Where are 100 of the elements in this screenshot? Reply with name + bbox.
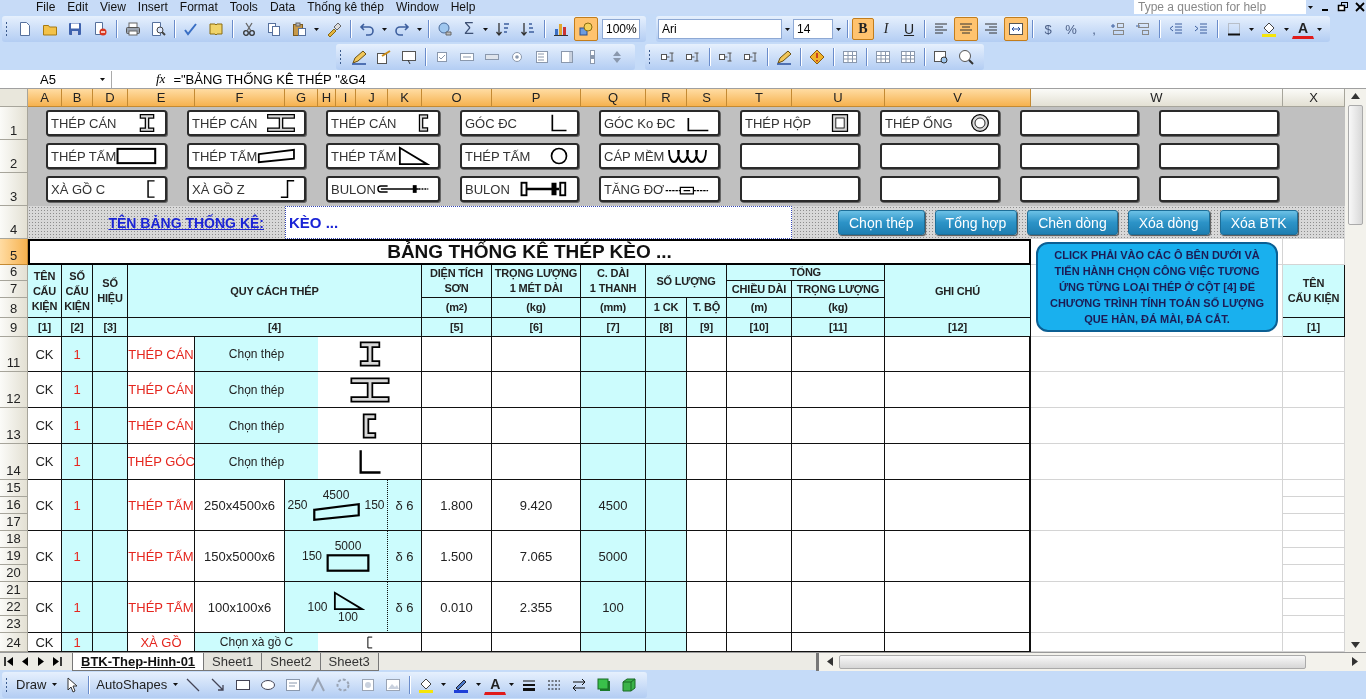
column-header[interactable]: W — [1031, 89, 1283, 107]
currency-button[interactable]: $ — [1037, 18, 1059, 40]
scrollbar-thumb[interactable] — [839, 654, 1306, 669]
palette-button[interactable] — [1159, 176, 1279, 202]
last-sheet-icon[interactable] — [52, 657, 62, 666]
caret-icon[interactable] — [100, 77, 105, 81]
menu-item[interactable]: Format — [179, 0, 218, 14]
palette-button[interactable]: GÓC ĐC — [460, 110, 579, 136]
palette-button[interactable]: THÉP ỐNG — [880, 110, 1000, 136]
font-color-button[interactable]: A — [1292, 19, 1314, 39]
action-button[interactable]: Chèn dòng — [1027, 210, 1118, 235]
palette-button[interactable]: XÀ GỒ Z — [187, 176, 306, 202]
palette-button[interactable] — [740, 143, 860, 169]
palette-button[interactable] — [880, 143, 1000, 169]
sheet-tab[interactable]: Sheet3 — [319, 652, 379, 671]
comma-button[interactable]: , — [1083, 18, 1105, 40]
column-header[interactable]: T — [727, 89, 792, 107]
column-header[interactable]: S — [687, 89, 727, 107]
scroll-left-icon[interactable] — [827, 657, 833, 666]
palette-button[interactable] — [740, 176, 860, 202]
column-header[interactable]: F — [195, 89, 285, 107]
caret-icon[interactable] — [1308, 5, 1313, 9]
row-header[interactable]: 23 — [0, 616, 28, 633]
row-header[interactable]: 11 — [0, 337, 28, 372]
row-header[interactable]: 18 — [0, 531, 28, 548]
restore-icon[interactable] — [1337, 2, 1349, 12]
column-header[interactable]: X — [1283, 89, 1345, 107]
menu-item[interactable]: Edit — [67, 0, 89, 14]
zoom-field[interactable]: 100% — [602, 19, 640, 39]
caret-icon[interactable] — [476, 683, 482, 686]
next-sheet-icon[interactable] — [36, 657, 46, 666]
insert-function-button[interactable]: fx — [156, 71, 166, 87]
action-button[interactable]: Tổng hợp — [934, 210, 1018, 235]
palette-button[interactable]: THÉP TẤM — [187, 143, 306, 169]
grip-handle[interactable] — [5, 676, 8, 693]
palette-button[interactable]: THÉP TẤM — [460, 143, 579, 169]
grip-handle[interactable] — [339, 49, 342, 65]
table-cell[interactable]: Chọn thép — [195, 337, 318, 372]
palette-button[interactable] — [1159, 143, 1279, 169]
grip-handle[interactable] — [5, 21, 8, 37]
palette-button[interactable]: BULON — [326, 176, 440, 202]
palette-button[interactable]: THÉP CÁN — [187, 110, 306, 136]
row-header[interactable]: 16 — [0, 497, 28, 514]
table-name-field[interactable]: KÈO ... — [285, 206, 792, 239]
table-cell[interactable]: Chọn thép — [195, 408, 318, 444]
help-search-field[interactable]: Type a question for help — [1134, 0, 1306, 14]
grip-handle[interactable] — [648, 49, 651, 65]
menu-item[interactable]: View — [100, 0, 126, 14]
italic-button[interactable]: I — [875, 18, 897, 40]
palette-button[interactable]: TĂNG ĐƠ — [599, 176, 720, 202]
vertical-scrollbar[interactable] — [1345, 89, 1366, 652]
column-header[interactable]: R — [646, 89, 687, 107]
sheet-tab[interactable]: Sheet2 — [261, 652, 321, 671]
row-header[interactable]: 6 — [0, 265, 28, 281]
first-sheet-icon[interactable] — [4, 657, 14, 666]
caret-icon[interactable] — [1317, 27, 1322, 31]
autoshapes-menu-button[interactable]: AutoShapes — [93, 673, 171, 696]
menu-item[interactable]: Help — [450, 0, 476, 14]
close-icon[interactable] — [1354, 2, 1366, 12]
row-header[interactable]: 24 — [0, 633, 28, 652]
row-header[interactable]: 7 — [0, 281, 28, 298]
scroll-down-icon[interactable] — [1351, 642, 1360, 648]
column-header[interactable]: D — [93, 89, 128, 107]
bold-button[interactable]: B — [852, 18, 874, 40]
caret-icon[interactable] — [52, 683, 58, 686]
font-field[interactable]: Ari — [658, 19, 782, 39]
name-box[interactable]: A5 — [0, 70, 112, 88]
caret-icon[interactable] — [314, 27, 319, 31]
caret-icon[interactable] — [382, 27, 387, 31]
merge-center-icon[interactable] — [1004, 17, 1028, 41]
column-header[interactable]: Q — [581, 89, 646, 107]
scrollbar-thumb[interactable] — [1348, 105, 1363, 225]
column-header[interactable]: V — [885, 89, 1031, 107]
palette-button[interactable] — [1020, 110, 1139, 136]
caret-icon[interactable] — [483, 27, 488, 31]
row-header[interactable]: 9 — [0, 318, 28, 337]
column-header[interactable]: G — [285, 89, 318, 107]
column-header[interactable]: P — [492, 89, 581, 107]
scroll-right-icon[interactable] — [1352, 657, 1358, 666]
menu-item[interactable]: Insert — [137, 0, 168, 14]
row-header[interactable]: 19 — [0, 548, 28, 565]
column-header[interactable]: O — [422, 89, 492, 107]
sheet-tab[interactable]: BTK-Thep-Hinh-01 — [72, 652, 205, 671]
row-header[interactable]: 21 — [0, 582, 28, 599]
palette-button[interactable] — [1020, 143, 1139, 169]
caret-icon[interactable] — [441, 683, 447, 686]
palette-button[interactable]: THÉP HỘP — [740, 110, 860, 136]
column-header[interactable]: A — [28, 89, 62, 107]
palette-button[interactable] — [1020, 176, 1139, 202]
row-header[interactable]: 3 — [0, 173, 28, 206]
palette-button[interactable]: THÉP TẤM — [46, 143, 167, 169]
row-header[interactable]: 13 — [0, 408, 28, 444]
row-header[interactable]: 5 — [0, 239, 28, 265]
caret-icon[interactable] — [836, 27, 841, 31]
column-header[interactable]: K — [388, 89, 422, 107]
underline-button[interactable]: U — [898, 18, 920, 40]
draw-menu-button[interactable]: Draw — [13, 673, 50, 696]
palette-button[interactable] — [880, 176, 1000, 202]
palette-button[interactable]: XÀ GỒ C — [46, 176, 167, 202]
caret-icon[interactable] — [1249, 27, 1254, 31]
